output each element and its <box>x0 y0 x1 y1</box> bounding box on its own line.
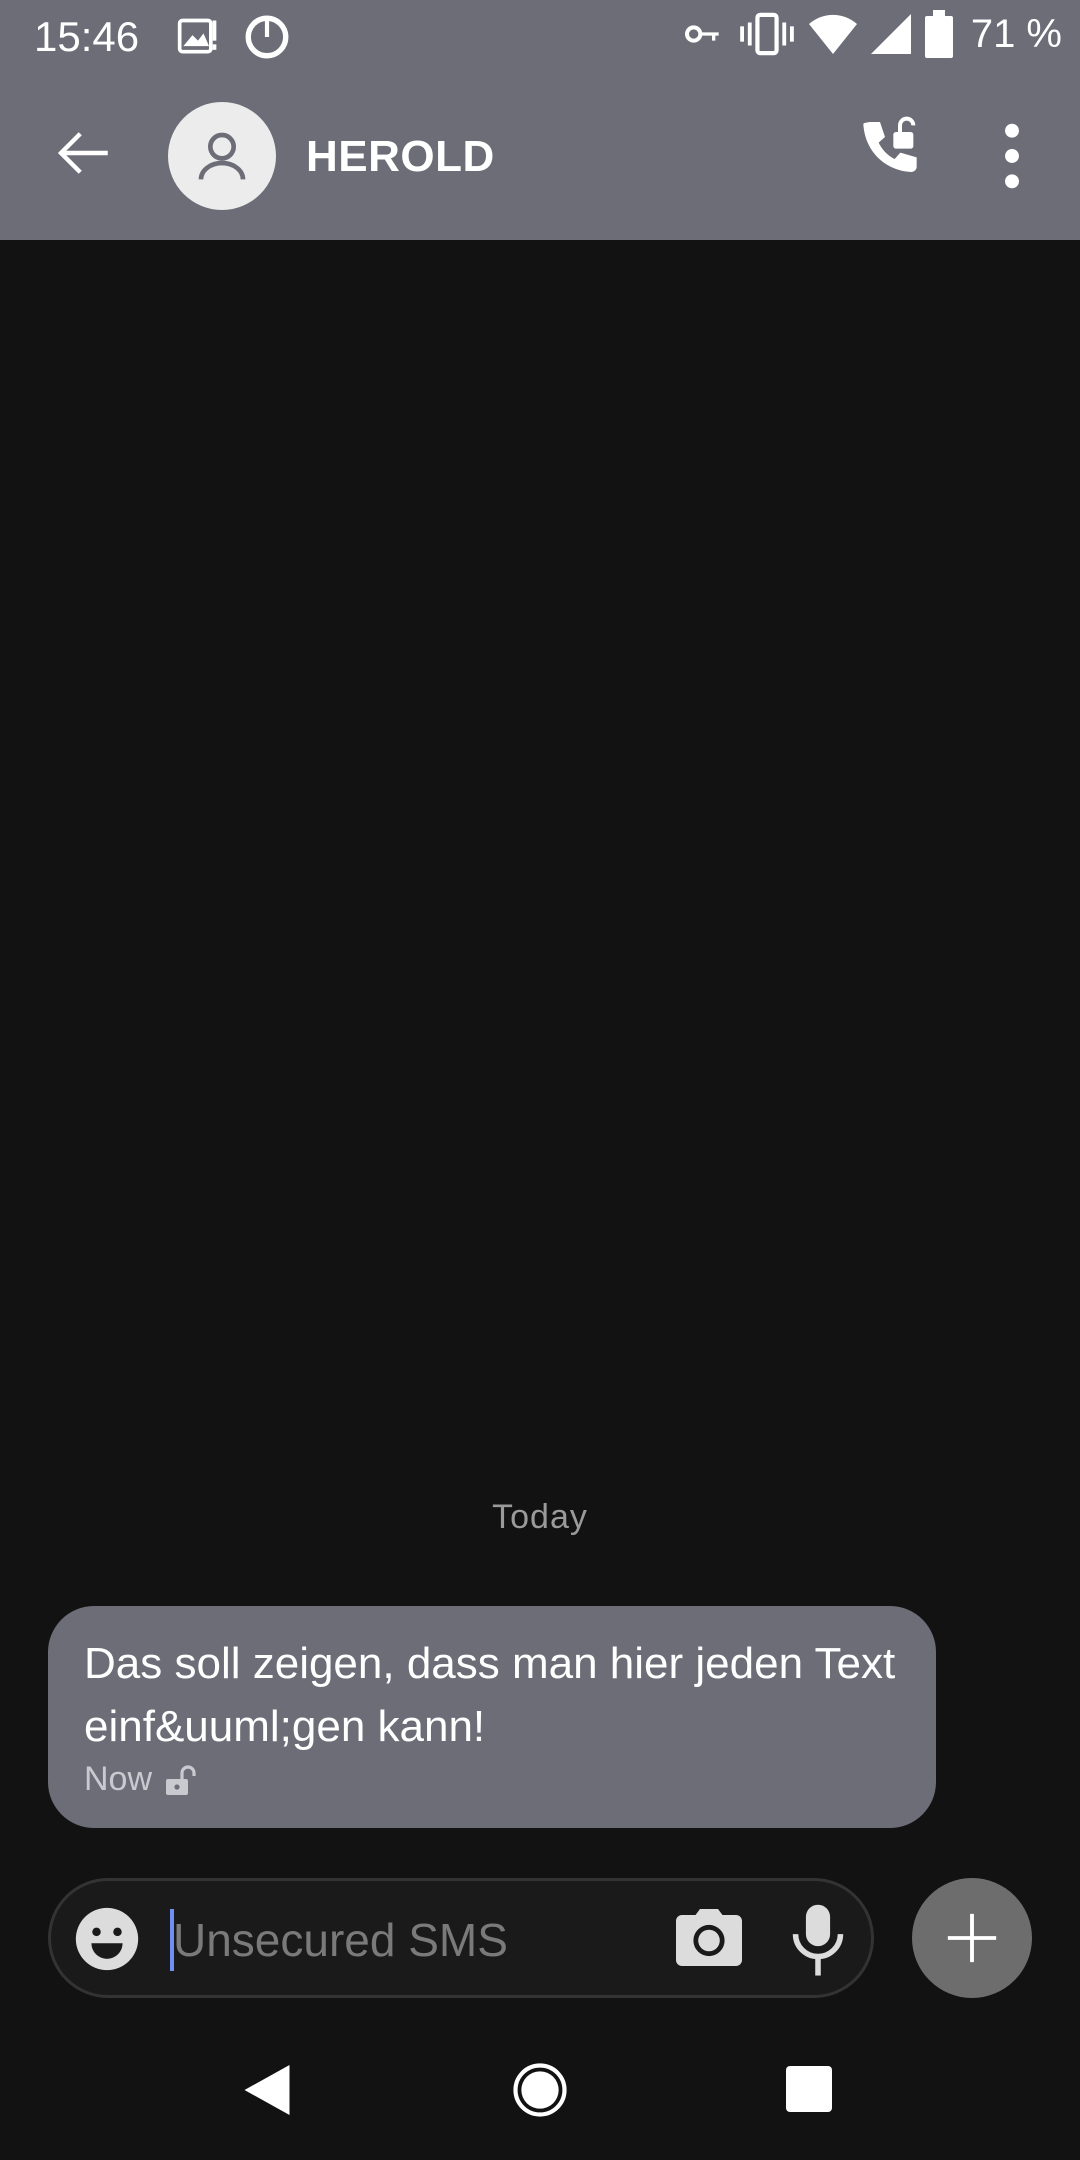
status-notification-icons <box>176 12 292 62</box>
back-button[interactable] <box>50 120 116 186</box>
nav-home-circle-icon <box>513 2063 567 2117</box>
date-divider: Today <box>492 1498 588 1536</box>
emoji-button[interactable] <box>73 1905 141 1973</box>
image-notification-icon <box>177 18 217 54</box>
nav-back-triangle-icon <box>244 2065 290 2115</box>
contact-avatar[interactable] <box>168 102 276 210</box>
more-options-button[interactable] <box>990 118 1034 194</box>
attach-add-button[interactable] <box>912 1878 1032 1998</box>
unlocked-icon <box>166 1764 196 1795</box>
phone-unlocked-icon <box>863 116 917 172</box>
plus-icon <box>947 1913 997 1963</box>
message-text: Das soll zeigen, dass man hier jeden Tex… <box>84 1639 896 1751</box>
more-vert-icon <box>1005 123 1019 189</box>
conversation-toolbar: HEROLD <box>0 72 1080 240</box>
message-meta: Now <box>84 1760 196 1799</box>
status-time: 15:46 <box>34 13 140 60</box>
status-bar: 15:46 71 % <box>0 0 1080 72</box>
wifi-icon <box>808 14 857 54</box>
emoji-icon <box>75 1907 139 1971</box>
camera-icon <box>676 1909 742 1966</box>
vibrate-icon <box>739 12 794 56</box>
microphone-icon <box>792 1904 844 1976</box>
system-navigation-bar <box>0 2040 1080 2160</box>
sync-icon <box>245 15 289 59</box>
secure-call-button[interactable] <box>850 112 930 192</box>
message-input[interactable] <box>173 1905 643 1975</box>
person-icon <box>198 132 246 180</box>
nav-back-button[interactable] <box>242 2062 292 2118</box>
vpn-key-icon <box>684 25 719 43</box>
nav-recents-button[interactable] <box>786 2066 832 2112</box>
battery-icon <box>924 10 953 58</box>
camera-button[interactable] <box>673 1905 745 1973</box>
battery-percent: 71 % <box>970 11 1062 56</box>
contact-name[interactable]: HEROLD <box>306 132 495 182</box>
arrow-back-icon <box>57 132 108 174</box>
signal-icon <box>870 14 911 54</box>
message-bubble[interactable]: Das soll zeigen, dass man hier jeden Tex… <box>48 1606 936 1828</box>
voice-note-button[interactable] <box>789 1903 847 1979</box>
message-time: Now <box>84 1760 153 1798</box>
nav-home-button[interactable] <box>512 2062 568 2118</box>
compose-bar <box>48 1878 874 1998</box>
status-system-icons: 71 % <box>679 10 1062 58</box>
